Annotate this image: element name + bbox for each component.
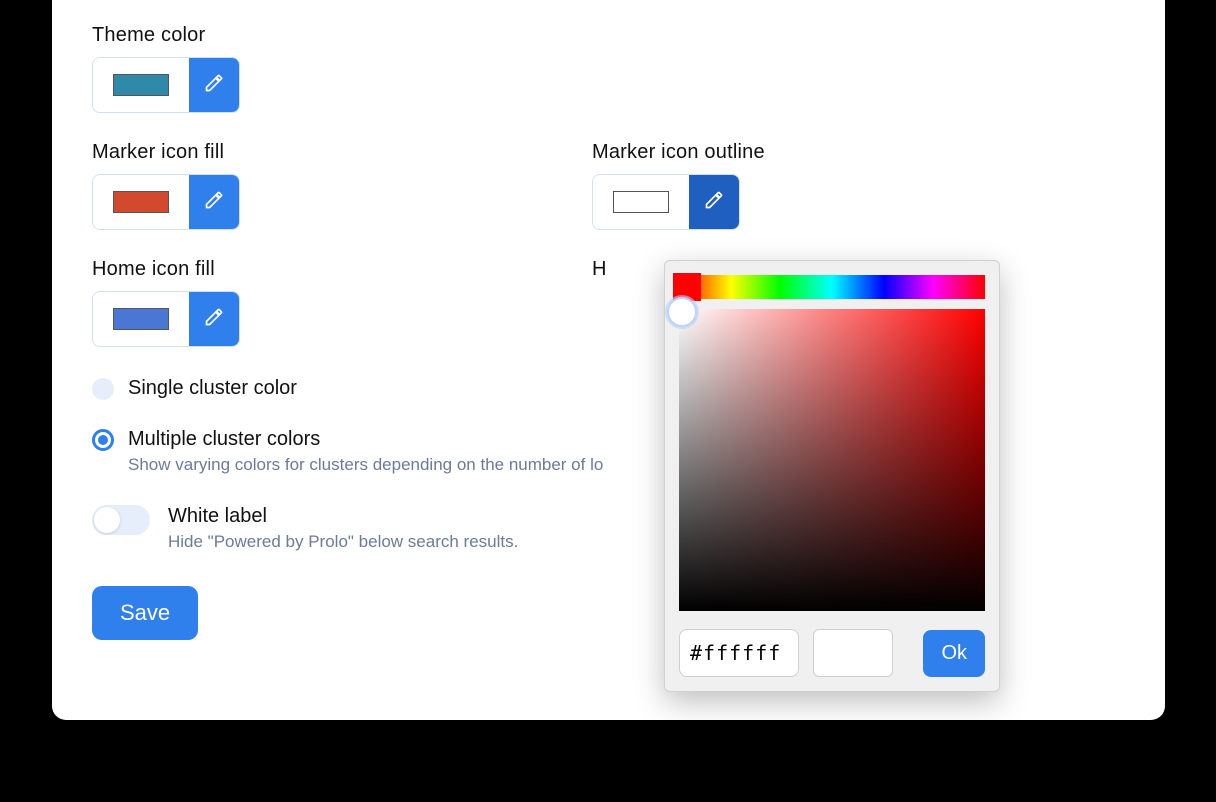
settings-card: Theme color Marker icon fill	[52, 0, 1165, 720]
radio-single-label: Single cluster color	[128, 377, 297, 400]
home-fill-swatch-inner	[113, 308, 169, 330]
save-button[interactable]: Save	[92, 586, 198, 640]
color-picker-popup: Ok	[664, 260, 1000, 692]
pencil-icon	[204, 73, 224, 98]
marker-outline-swatch-inner	[613, 191, 669, 213]
marker-outline-label: Marker icon outline	[592, 141, 1092, 164]
toggle-knob	[94, 507, 120, 533]
ok-button[interactable]: Ok	[923, 630, 985, 677]
marker-fill-edit-button[interactable]	[189, 175, 239, 229]
theme-color-edit-button[interactable]	[189, 58, 239, 112]
theme-color-swatch[interactable]	[93, 58, 189, 112]
sv-black-overlay	[679, 309, 985, 611]
field-marker-outline: Marker icon outline	[592, 141, 1092, 230]
marker-outline-input-group	[592, 174, 740, 230]
hex-input[interactable]	[679, 629, 799, 677]
theme-color-input-group	[92, 57, 240, 113]
radio-dot	[98, 435, 108, 445]
marker-fill-swatch-inner	[113, 191, 169, 213]
field-marker-fill: Marker icon fill	[92, 141, 592, 230]
picker-bottom-row: Ok	[679, 629, 985, 677]
toggle-labels: White label Hide "Powered by Prolo" belo…	[168, 505, 518, 552]
field-home-fill: Home icon fill	[92, 258, 592, 347]
home-fill-input-group	[92, 291, 240, 347]
home-fill-label: Home icon fill	[92, 258, 592, 281]
sv-cursor[interactable]	[667, 297, 697, 327]
saturation-value-panel[interactable]	[679, 309, 985, 611]
field-theme-color: Theme color	[92, 24, 1125, 113]
pencil-icon	[204, 190, 224, 215]
theme-color-swatch-inner	[113, 74, 169, 96]
marker-fill-swatch[interactable]	[93, 175, 189, 229]
white-label-desc: Hide "Powered by Prolo" below search res…	[168, 532, 518, 552]
home-fill-edit-button[interactable]	[189, 292, 239, 346]
marker-outline-swatch[interactable]	[593, 175, 689, 229]
radio-indicator	[92, 378, 114, 400]
home-fill-swatch[interactable]	[93, 292, 189, 346]
hue-slider[interactable]	[679, 275, 985, 299]
color-preview-swatch	[813, 629, 893, 677]
pencil-icon	[204, 307, 224, 332]
white-label-toggle[interactable]	[92, 505, 150, 535]
white-label-title: White label	[168, 505, 518, 528]
radio-multiple-label: Multiple cluster colors	[128, 428, 320, 451]
marker-fill-label: Marker icon fill	[92, 141, 592, 164]
pencil-icon	[704, 190, 724, 215]
marker-outline-edit-button[interactable]	[689, 175, 739, 229]
radio-indicator-selected	[92, 429, 114, 451]
theme-color-label: Theme color	[92, 24, 1125, 47]
marker-fill-input-group	[92, 174, 240, 230]
